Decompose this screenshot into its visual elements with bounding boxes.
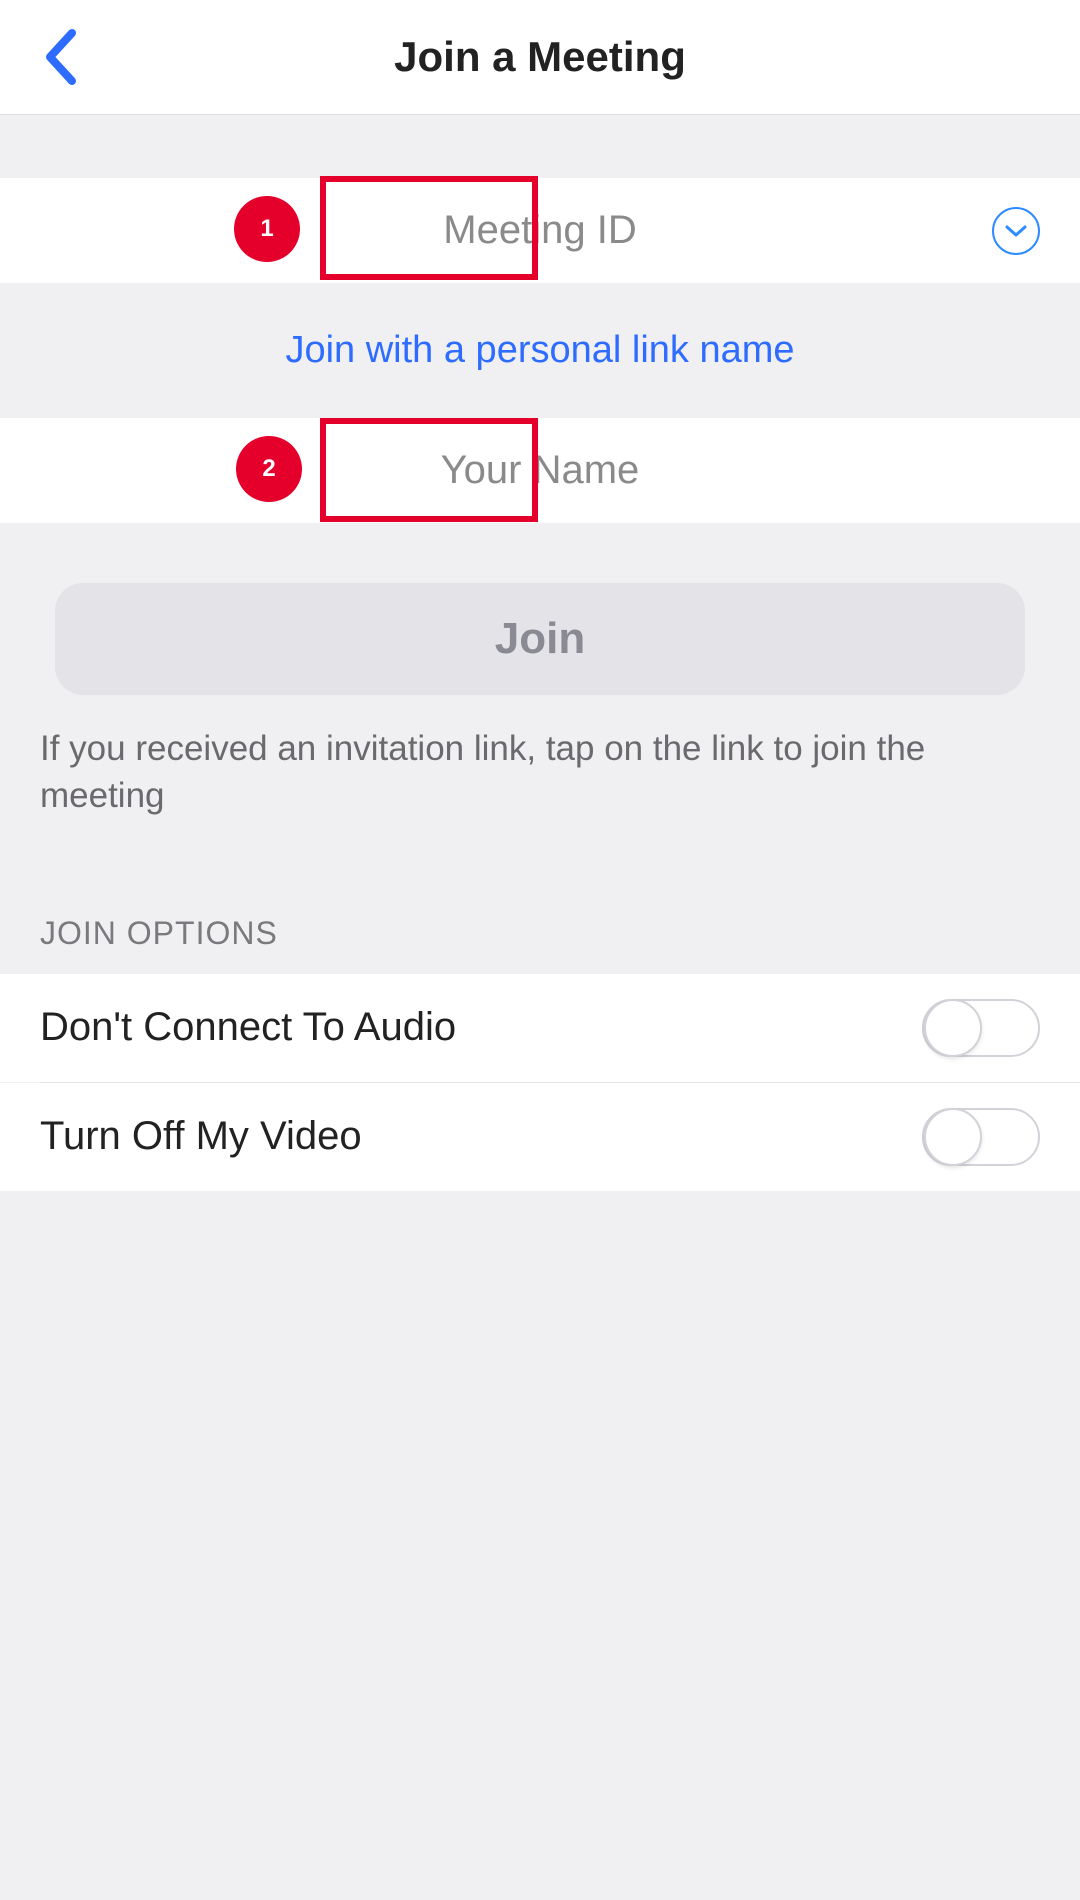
join-button[interactable]: Join (55, 583, 1025, 695)
back-button[interactable] (40, 27, 80, 87)
toggle-dont-connect-audio[interactable] (922, 999, 1040, 1057)
option-label: Turn Off My Video (40, 1114, 362, 1159)
chevron-left-icon (40, 27, 80, 87)
header-bar: Join a Meeting (0, 0, 1080, 115)
spacer (0, 115, 1080, 178)
meeting-id-dropdown[interactable] (992, 207, 1040, 255)
option-row-audio: Don't Connect To Audio (0, 974, 1080, 1082)
option-label: Don't Connect To Audio (40, 1005, 456, 1050)
chevron-down-icon (1005, 224, 1027, 238)
toggle-knob (924, 1108, 982, 1166)
page-title: Join a Meeting (394, 33, 686, 81)
toggle-turn-off-video[interactable] (922, 1108, 1040, 1166)
annotation-number: 2 (262, 455, 275, 483)
meeting-id-input[interactable] (340, 208, 740, 253)
personal-link-row: Join with a personal link name (0, 283, 1080, 418)
meeting-id-row: 1 (0, 178, 1080, 283)
annotation-badge: 2 (236, 436, 302, 502)
annotation-badge: 1 (234, 196, 300, 262)
your-name-input[interactable] (340, 448, 740, 493)
annotation-number: 1 (260, 215, 273, 243)
section-header-join-options: JOIN OPTIONS (0, 915, 1080, 974)
toggle-knob (924, 999, 982, 1057)
personal-link[interactable]: Join with a personal link name (285, 329, 794, 372)
your-name-row: 2 (0, 418, 1080, 523)
hint-text: If you received an invitation link, tap … (40, 725, 1025, 820)
option-row-video: Turn Off My Video (0, 1083, 1080, 1191)
join-section: Join If you received an invitation link,… (0, 523, 1080, 820)
